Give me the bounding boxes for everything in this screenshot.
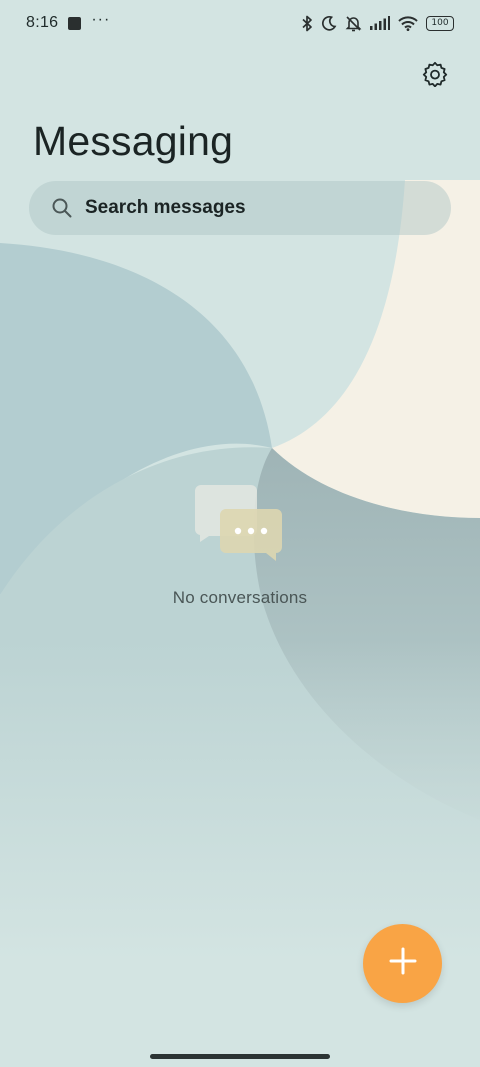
home-indicator[interactable] <box>150 1054 330 1059</box>
silent-bell-icon <box>345 15 362 32</box>
signal-icon <box>370 16 390 30</box>
status-left: 8:16 ··· <box>26 11 111 32</box>
app-notification-icon <box>68 16 82 30</box>
plus-icon <box>388 946 418 981</box>
status-right: 100 <box>301 15 454 32</box>
empty-state-message: No conversations <box>172 588 308 607</box>
more-notifications-indicator: ··· <box>91 11 111 28</box>
new-conversation-button[interactable] <box>363 924 442 1003</box>
bluetooth-icon <box>301 15 313 32</box>
status-time: 8:16 <box>26 14 59 31</box>
chat-bubbles-icon <box>195 484 285 562</box>
do-not-disturb-moon-icon <box>321 15 337 31</box>
battery-level: 100 <box>431 17 449 28</box>
battery-icon: 100 <box>426 15 454 31</box>
gear-icon <box>422 61 448 92</box>
search-icon <box>51 197 73 219</box>
settings-button[interactable] <box>421 61 449 92</box>
search-placeholder: Search messages <box>85 197 246 218</box>
page-title: Messaging <box>33 118 234 164</box>
empty-state: No conversations <box>0 484 480 608</box>
search-bar[interactable]: Search messages <box>29 181 451 235</box>
wifi-icon <box>398 15 418 31</box>
status-bar: 8:16 ··· 100 <box>0 0 480 46</box>
